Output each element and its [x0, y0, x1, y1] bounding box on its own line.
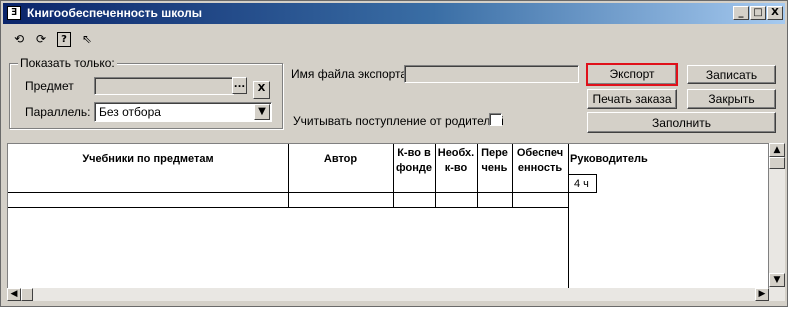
scroll-left-icon[interactable]: ◀ [7, 288, 21, 301]
class-divider-bottom [568, 192, 596, 193]
export-file-field[interactable] [404, 65, 579, 83]
header-needed-2[interactable]: к-во [435, 161, 477, 176]
refresh-right-icon[interactable]: ⟳ [33, 31, 49, 47]
header-author[interactable]: Автор [288, 152, 393, 167]
app-icon: Ǝ [7, 6, 21, 20]
parallel-select[interactable]: Без отбора ▼ [94, 102, 272, 122]
scroll-thumb-vertical[interactable] [769, 157, 785, 169]
col-divider [568, 144, 569, 289]
subject-label: Предмет [25, 79, 74, 93]
parallel-select-value: Без отбора [99, 105, 161, 119]
maximize-button[interactable]: □ [750, 6, 766, 20]
filter-group-label: Показать только: [18, 56, 117, 70]
textbooks-table[interactable]: Учебники по предметам Автор К-во в фонде… [7, 143, 769, 301]
scroll-down-icon[interactable]: ▼ [769, 273, 785, 287]
scroll-right-icon[interactable]: ▶ [755, 288, 769, 301]
header-needed-1[interactable]: Необх. [435, 146, 477, 161]
export-button[interactable]: Экспорт [586, 63, 678, 86]
header-provision-1[interactable]: Обеспеч [512, 146, 568, 161]
close-button[interactable]: Закрыть [687, 89, 776, 109]
window-title: Книгообеспеченность школы [27, 6, 202, 20]
subject-clear-button[interactable]: X [253, 81, 270, 99]
refresh-left-icon[interactable]: ⟲ [11, 31, 27, 47]
filter-group: Показать только: Предмет ... X Параллель… [9, 56, 283, 129]
parents-label: Учитывать поступление от родителей [293, 114, 504, 128]
col-divider [596, 174, 597, 193]
vertical-scrollbar[interactable]: ▲ ▼ [769, 143, 785, 301]
scroll-up-icon[interactable]: ▲ [769, 143, 785, 157]
print-order-button[interactable]: Печать заказа [587, 89, 677, 109]
close-window-button[interactable]: X [767, 6, 783, 20]
header-class[interactable]: 4 ч [574, 178, 589, 190]
help-icon[interactable]: ? [57, 32, 71, 47]
minimize-button[interactable]: _ [733, 6, 749, 20]
main-window: Ǝ Книгообеспеченность школы _ □ X ⟲ ⟳ ? … [0, 0, 788, 307]
subject-select-button[interactable]: ... [232, 77, 247, 94]
chevron-down-icon[interactable]: ▼ [254, 104, 270, 120]
header-list-1[interactable]: Пере [477, 146, 512, 161]
class-divider [568, 174, 596, 175]
save-button[interactable]: Записать [687, 65, 776, 84]
parents-checkbox[interactable] [489, 113, 502, 126]
header-supervisor[interactable]: Руководитель [570, 152, 648, 167]
header-in-fund-2[interactable]: фонде [393, 161, 435, 176]
subject-field[interactable] [94, 77, 234, 95]
fill-button[interactable]: Заполнить [587, 112, 776, 133]
context-help-icon[interactable]: ⇖ [79, 31, 95, 47]
scroll-thumb-horizontal[interactable] [21, 288, 33, 301]
export-file-label: Имя файла экспорта [291, 67, 408, 81]
header-list-2[interactable]: чень [477, 161, 512, 176]
header-textbooks[interactable]: Учебники по предметам [8, 152, 288, 167]
header-provision-2[interactable]: енность [512, 161, 568, 176]
horizontal-scrollbar[interactable]: ◀ ▶ [7, 288, 769, 301]
parallel-label: Параллель: [25, 105, 91, 119]
title-bar[interactable]: Ǝ Книгообеспеченность школы _ □ X [3, 3, 785, 24]
header-in-fund-1[interactable]: К-во в [393, 146, 435, 161]
